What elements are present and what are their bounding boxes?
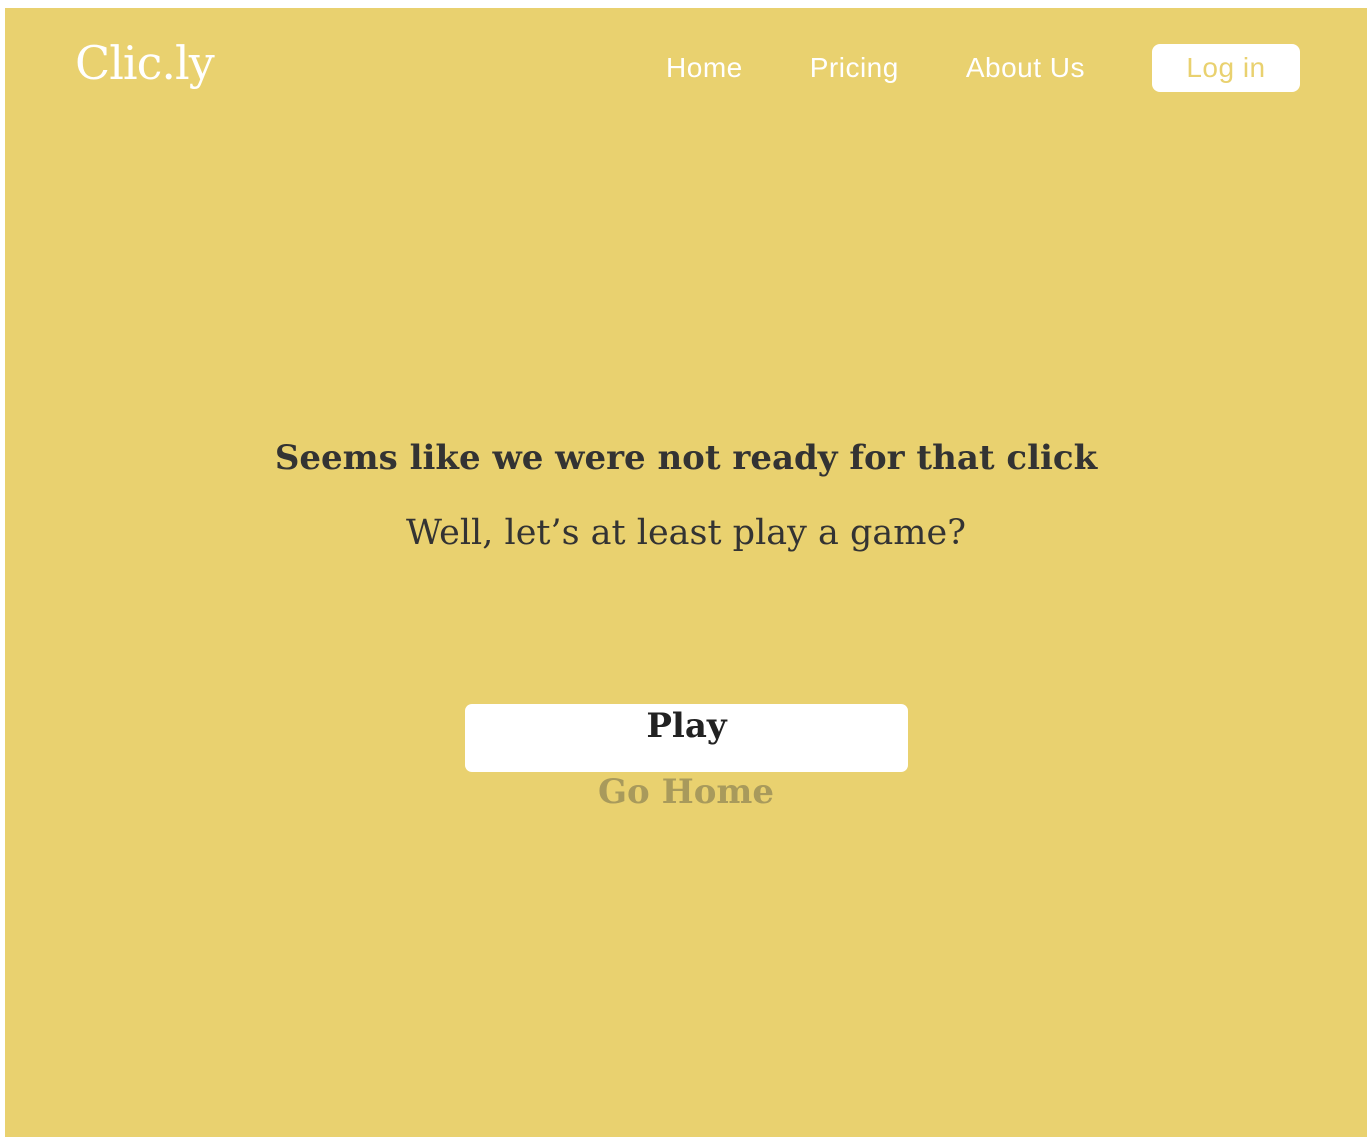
error-headline: Seems like we were not ready for that cl… xyxy=(274,438,1098,478)
go-home-container: Go Home xyxy=(5,772,1367,813)
nav-link-pricing[interactable]: Pricing xyxy=(810,52,899,84)
login-button[interactable]: Log in xyxy=(1152,44,1300,92)
play-button[interactable]: Play xyxy=(465,704,908,772)
error-subline: Well, let’s at least play a game? xyxy=(406,513,966,553)
go-home-link[interactable]: Go Home xyxy=(598,772,774,812)
site-logo[interactable]: Clic.ly xyxy=(75,36,215,91)
nav-link-home[interactable]: Home xyxy=(666,52,743,84)
nav-link-about-us[interactable]: About Us xyxy=(966,52,1085,84)
main-nav: Home Pricing About Us Log in xyxy=(666,44,1300,92)
error-page: Clic.ly Home Pricing About Us Log in See… xyxy=(5,8,1367,1137)
